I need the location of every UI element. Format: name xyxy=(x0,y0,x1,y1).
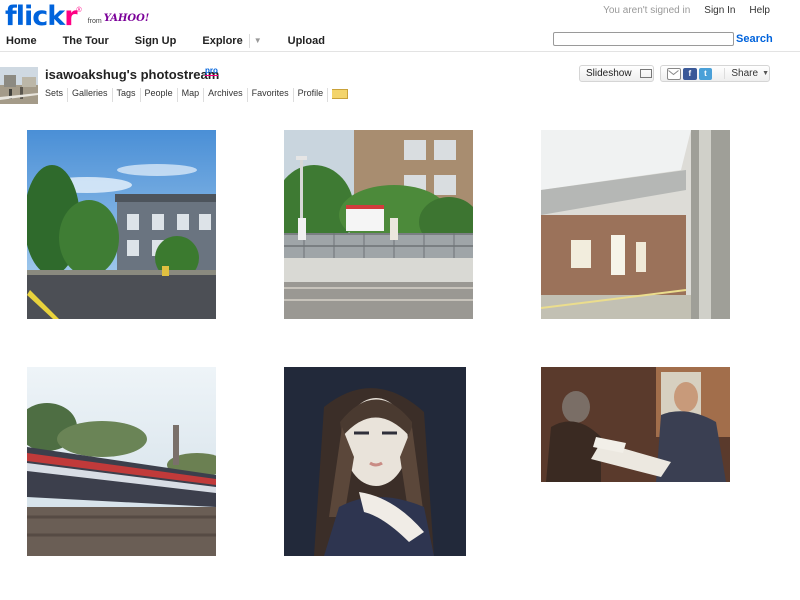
photo-thumbnail[interactable] xyxy=(284,367,466,556)
search-button[interactable]: Search xyxy=(736,33,773,45)
share-label: Share xyxy=(724,68,758,79)
twitter-icon[interactable]: t xyxy=(698,67,713,80)
subnav-profile[interactable]: Profile xyxy=(292,88,328,102)
nav-explore-label: Explore xyxy=(202,35,243,47)
photo-thumbnail[interactable] xyxy=(27,367,216,556)
nav-upload[interactable]: Upload xyxy=(288,32,325,50)
send-mail-link[interactable] xyxy=(327,88,352,102)
subnav-favorites[interactable]: Favorites xyxy=(246,88,293,102)
logo-from-text: from xyxy=(87,18,102,25)
slideshow-button[interactable]: Slideshow xyxy=(579,65,654,82)
nav-sign-up[interactable]: Sign Up xyxy=(135,32,177,50)
sign-in-link[interactable]: Sign In xyxy=(704,5,735,16)
subnav-tags[interactable]: Tags xyxy=(111,88,140,102)
avatar[interactable] xyxy=(0,67,38,104)
photostream-title[interactable]: isawoakshug's photostream xyxy=(45,67,219,82)
chevron-down-icon[interactable]: ▼ xyxy=(248,34,262,48)
monitor-icon xyxy=(639,69,652,78)
subnav-archives[interactable]: Archives xyxy=(203,88,247,102)
pro-badge: pro xyxy=(205,66,218,76)
help-link[interactable]: Help xyxy=(749,5,770,16)
main-nav: Home The Tour Sign Up Explore ▼ Upload xyxy=(0,32,345,50)
nav-home[interactable]: Home xyxy=(6,32,37,50)
header-divider xyxy=(0,51,800,52)
subnav-galleries[interactable]: Galleries xyxy=(67,88,112,102)
nav-the-tour[interactable]: The Tour xyxy=(63,32,109,50)
photostream-subnav: Sets Galleries Tags People Map Archives … xyxy=(45,88,352,102)
nav-explore[interactable]: Explore ▼ xyxy=(202,32,262,50)
subnav-sets[interactable]: Sets xyxy=(45,88,67,102)
subnav-map[interactable]: Map xyxy=(176,88,204,102)
flickr-logo[interactable]: flickr ® from YAHOO! xyxy=(5,2,149,32)
subnav-people[interactable]: People xyxy=(139,88,177,102)
logo-registered-mark: ® xyxy=(76,7,82,14)
search-input[interactable] xyxy=(553,32,734,46)
envelope-icon[interactable] xyxy=(667,67,681,80)
photo-thumbnail[interactable] xyxy=(27,130,216,319)
account-links: You aren't signed in Sign In Help xyxy=(603,5,770,16)
logo-wordmark: flickr xyxy=(5,1,78,32)
share-button[interactable]: f t Share ▼ xyxy=(660,65,770,82)
slideshow-label: Slideshow xyxy=(586,68,632,79)
chevron-down-icon: ▼ xyxy=(762,70,769,77)
photo-thumbnail[interactable] xyxy=(541,130,730,319)
envelope-icon xyxy=(332,89,349,99)
signed-out-status: You aren't signed in xyxy=(603,5,691,16)
photo-thumbnail[interactable] xyxy=(541,367,730,482)
yahoo-logo: YAHOO! xyxy=(103,13,150,24)
facebook-icon[interactable]: f xyxy=(682,67,697,80)
photo-thumbnail[interactable] xyxy=(284,130,473,319)
